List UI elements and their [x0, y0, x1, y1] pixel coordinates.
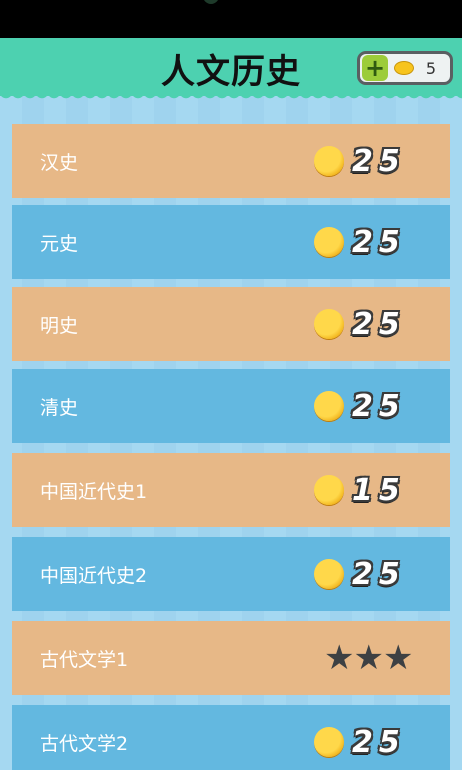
list-item-ancient-literature-1[interactable]: 古代文学1 ★ ★ ★	[12, 621, 450, 695]
level-list: 汉史 25 元史 25 明史 25 清史 25 中国近代史1 15 中国近代史2…	[0, 96, 462, 770]
list-item-ancient-literature-2[interactable]: 古代文学2 25	[12, 705, 450, 770]
unlock-price: 25	[314, 144, 406, 179]
list-item-label: 中国近代史2	[40, 564, 148, 587]
camera-notch	[203, 0, 219, 4]
price-value: 25	[352, 388, 406, 424]
coin-icon	[314, 309, 344, 339]
price-value: 25	[352, 724, 406, 760]
list-item-ming[interactable]: 明史 25	[12, 287, 450, 361]
list-item-label: 汉史	[40, 151, 79, 174]
coin-icon	[314, 475, 344, 505]
add-coins-button[interactable]: +	[362, 55, 388, 81]
unlock-price: 15	[314, 473, 406, 508]
price-value: 25	[352, 224, 406, 260]
plus-icon: +	[364, 54, 386, 82]
list-item-label: 古代文学2	[40, 732, 129, 755]
star-rating: ★ ★ ★	[324, 638, 414, 678]
coin-icon	[314, 227, 344, 257]
unlock-price: 25	[314, 307, 406, 342]
coin-count: 5	[425, 58, 436, 78]
unlock-price: 25	[314, 389, 406, 424]
coin-icon	[314, 391, 344, 421]
coin-icon	[314, 146, 344, 176]
list-item-yuan[interactable]: 元史 25	[12, 205, 450, 279]
header-wave-edge	[0, 92, 462, 104]
unlock-price: 25	[314, 725, 406, 760]
price-value: 25	[352, 556, 406, 592]
list-item-label: 明史	[40, 314, 79, 337]
star-icon: ★	[382, 638, 414, 678]
coin-balance: + 5	[357, 51, 453, 85]
unlock-price: 25	[314, 557, 406, 592]
list-item-label: 古代文学1	[40, 648, 129, 671]
coin-icon	[314, 559, 344, 589]
list-item-modern-history-2[interactable]: 中国近代史2 25	[12, 537, 450, 611]
star-icon: ★	[324, 638, 355, 678]
status-bar	[0, 0, 462, 38]
list-item-qing[interactable]: 清史 25	[12, 369, 450, 443]
price-value: 25	[352, 143, 406, 179]
coin-icon	[314, 727, 344, 757]
list-item-label: 清史	[40, 396, 79, 419]
star-icon: ★	[353, 638, 384, 678]
list-item-han[interactable]: 汉史 25	[12, 124, 450, 198]
price-value: 25	[352, 306, 406, 342]
price-value: 15	[352, 472, 406, 508]
list-item-modern-history-1[interactable]: 中国近代史1 15	[12, 453, 450, 527]
list-item-label: 中国近代史1	[40, 480, 148, 503]
list-item-label: 元史	[40, 232, 79, 255]
coin-icon	[394, 61, 414, 75]
unlock-price: 25	[314, 225, 406, 260]
